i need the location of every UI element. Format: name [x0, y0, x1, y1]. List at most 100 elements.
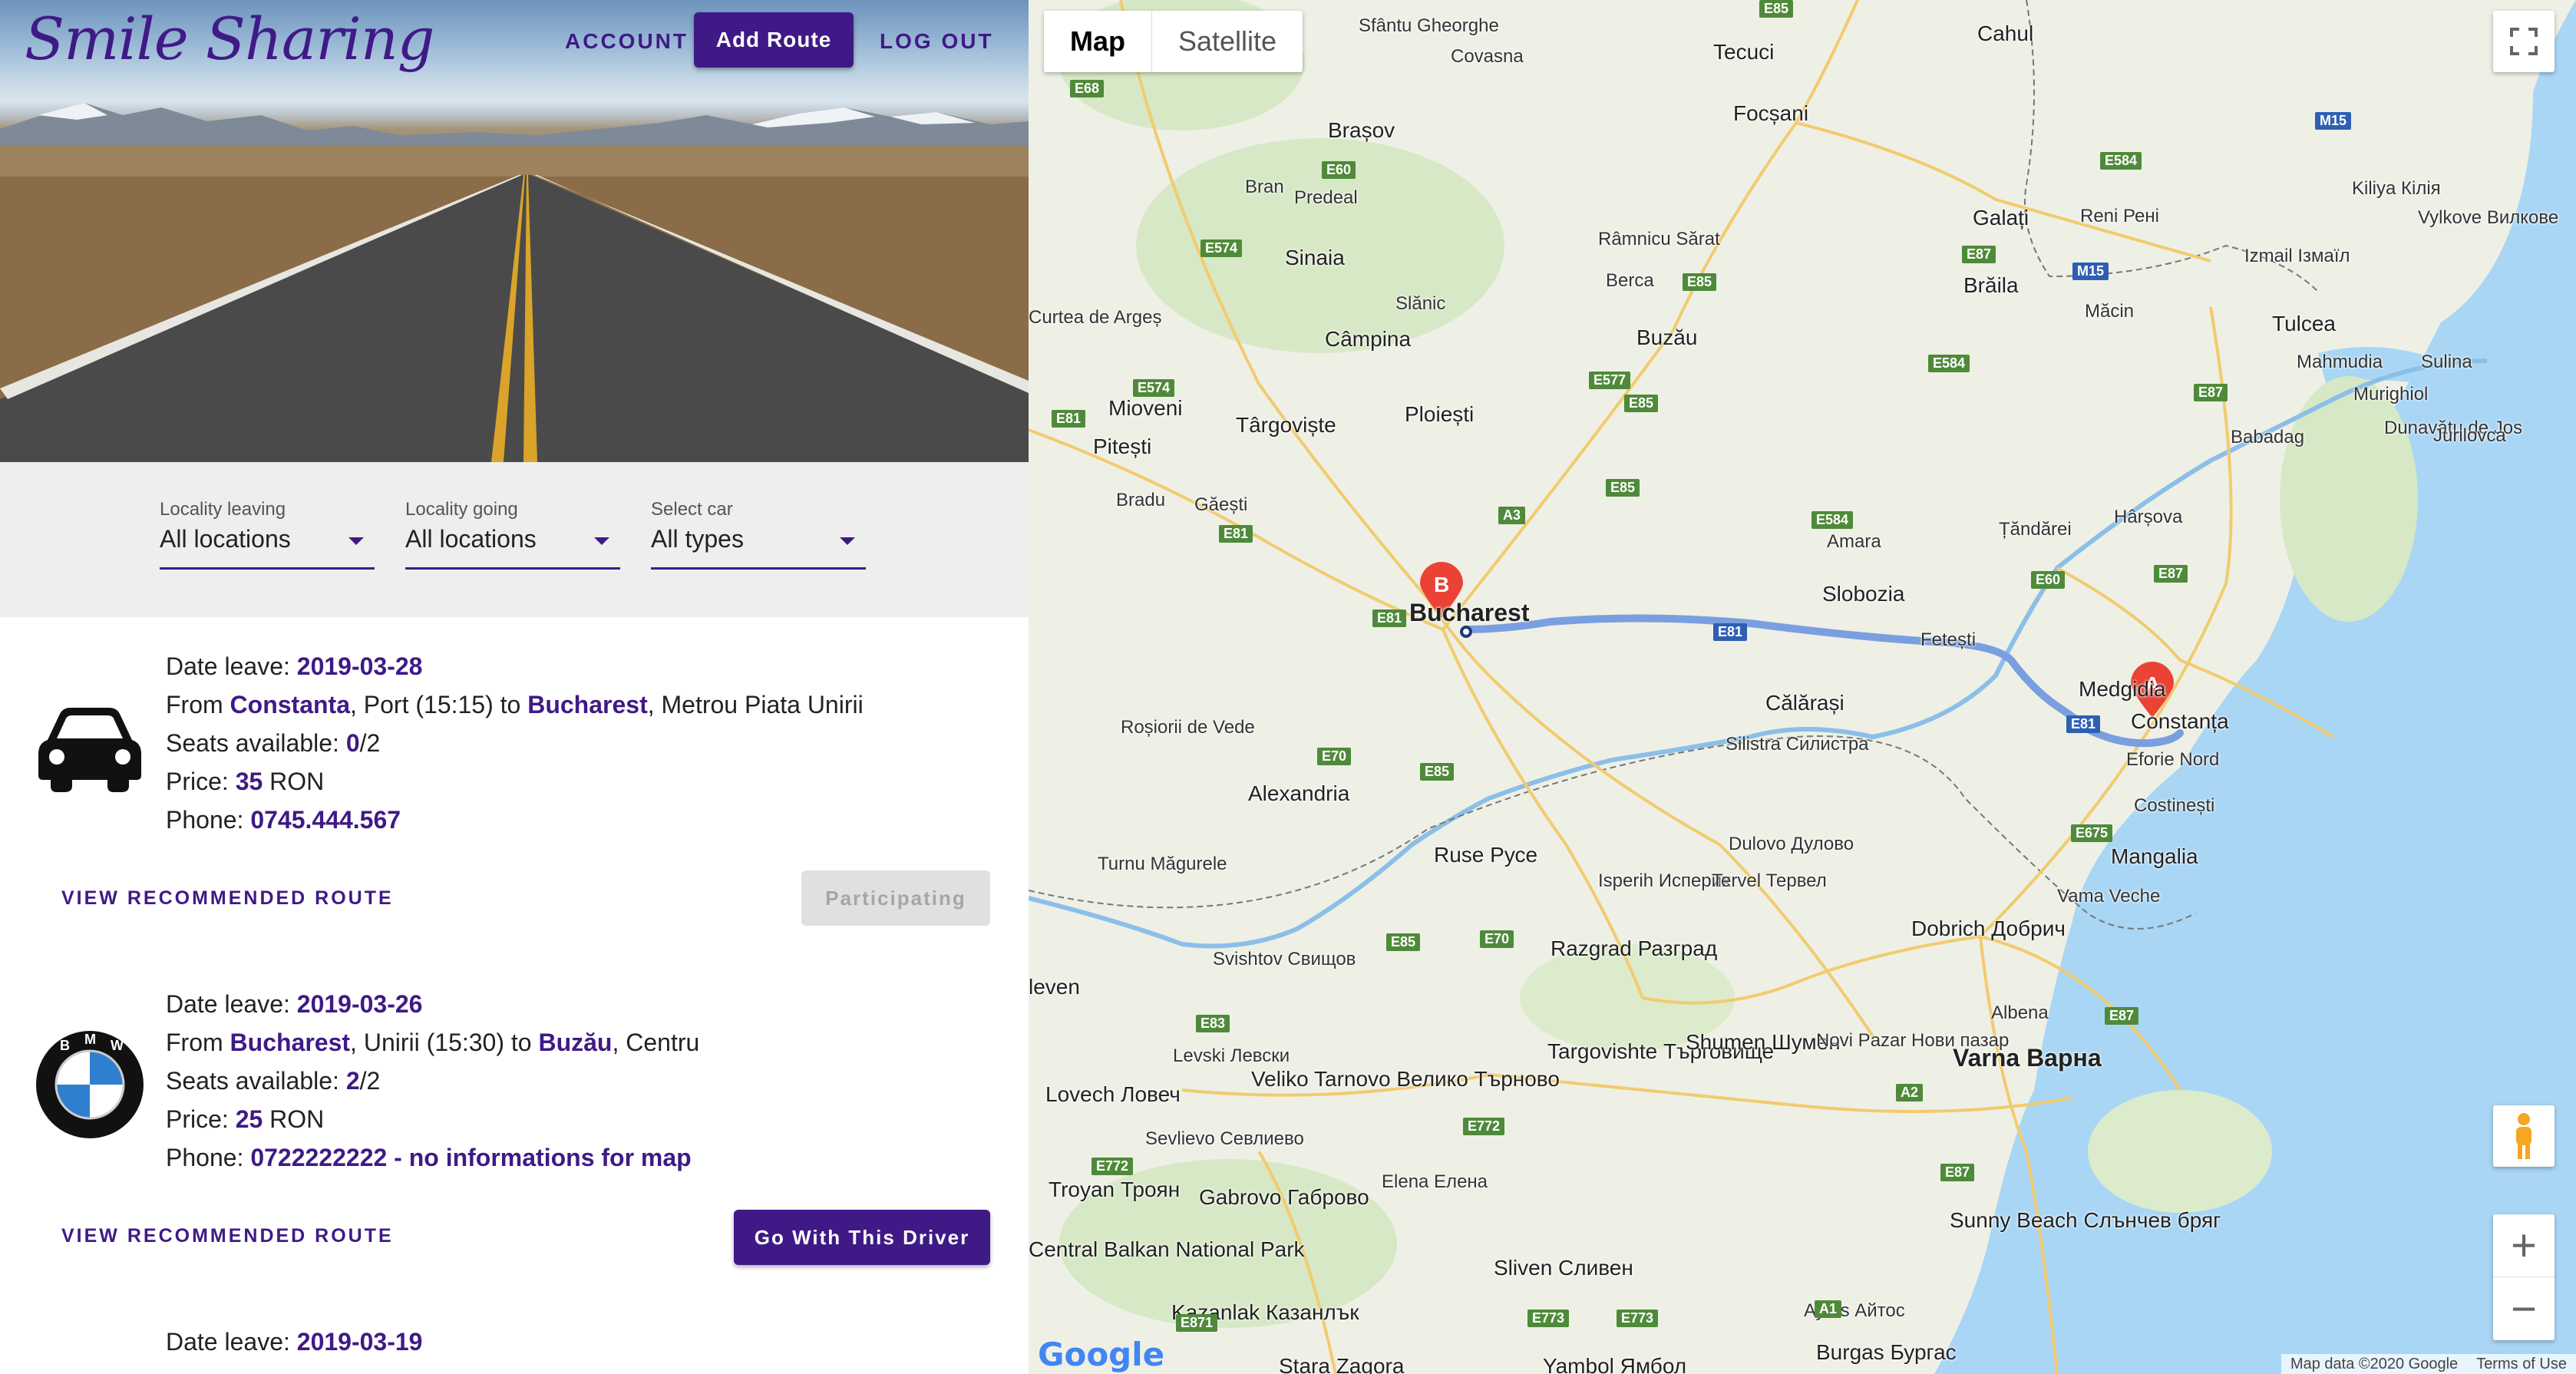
map-type-satellite-tab[interactable]: Satellite — [1151, 11, 1303, 72]
road-shield: E87 — [1962, 246, 1996, 263]
map-data-text: Map data ©2020 Google — [2290, 1355, 2459, 1372]
car-icon — [38, 708, 141, 792]
road-shield: E87 — [2105, 1007, 2139, 1025]
place-label: Cahul — [1977, 21, 2034, 45]
date-leave-line: Date leave: 2019-03-28 — [166, 652, 422, 681]
place-label: Kiliya Кілія — [2352, 178, 2441, 199]
participating-button[interactable]: Participating — [801, 870, 990, 926]
road-shield: E81 — [2066, 715, 2101, 733]
add-route-button[interactable]: Add Route — [694, 12, 854, 68]
place-label: Levski Левски — [1173, 1045, 1290, 1066]
place-label: Hârșova — [2114, 507, 2183, 527]
place-label: Curtea de Argeș — [1029, 307, 1162, 328]
place-label: Pitești — [1093, 434, 1152, 458]
place-label: Alexandria — [1248, 781, 1350, 805]
from-to-line: From Bucharest, Unirii (15:30) to Buzău,… — [166, 1029, 699, 1057]
date-label: Date leave: — [166, 990, 297, 1018]
price-line: Price: 25 RON — [166, 1105, 324, 1134]
road-shield: E87 — [1940, 1164, 1975, 1181]
filter-value: All locations — [405, 525, 537, 553]
place-label: Sliven Сливен — [1494, 1256, 1633, 1280]
road-shield: E85 — [1683, 273, 1717, 291]
place-label: Bran — [1245, 177, 1284, 197]
locality-going-select[interactable]: Locality going All locations — [405, 499, 620, 570]
road-shield: M15 — [2072, 263, 2109, 280]
road-shield: A3 — [1498, 507, 1526, 524]
road-shield: E60 — [1322, 161, 1356, 179]
logout-link[interactable]: LOG OUT — [880, 29, 994, 54]
place-label: Costinești — [2134, 795, 2215, 816]
place-label: Mangalia — [2111, 844, 2198, 868]
place-label: Galați — [1973, 206, 2029, 230]
place-label: Roșiorii de Vede — [1121, 717, 1255, 738]
view-recommended-route-link[interactable]: VIEW RECOMMENDED ROUTE — [61, 1225, 394, 1247]
place-label: Ruse Русе — [1434, 843, 1538, 867]
go-with-driver-button[interactable]: Go With This Driver — [734, 1210, 990, 1265]
date-value: 2019-03-28 — [296, 652, 423, 680]
road-shield: E773 — [1527, 1310, 1570, 1327]
to-city: Bucharest — [527, 691, 648, 718]
seats-line: Seats available: 0/2 — [166, 729, 380, 758]
date-leave-line: Date leave: 2019-03-19 — [166, 1328, 422, 1356]
phone-label: Phone: — [166, 1144, 251, 1171]
map-type-map-tab[interactable]: Map — [1044, 11, 1151, 72]
place-label: Dulovo Дулово — [1729, 834, 1854, 854]
place-label: Râmnicu Sărat — [1598, 229, 1720, 249]
road-shield: E772 — [1463, 1118, 1505, 1135]
place-label: Tulcea — [2272, 312, 2337, 335]
zoom-in-button[interactable]: + — [2493, 1214, 2555, 1277]
zoom-control: + − — [2493, 1214, 2555, 1340]
place-label: Fetești — [1920, 629, 1977, 650]
road-shield: E577 — [1589, 372, 1631, 389]
dropdown-caret-icon — [594, 537, 609, 545]
place-label: Albena — [1991, 1002, 2049, 1023]
fullscreen-button[interactable] — [2493, 11, 2555, 72]
place-label: Ploiești — [1405, 402, 1475, 426]
locality-leaving-select[interactable]: Locality leaving All locations — [160, 499, 375, 570]
place-label: Călărași — [1765, 691, 1844, 715]
place-label: Tervel Тервел — [1712, 870, 1827, 891]
road-shield: A1 — [1815, 1300, 1842, 1318]
place-label: Babadag — [2231, 427, 2305, 448]
place-label: Țăndărei — [1999, 519, 2072, 540]
brand-logo[interactable]: Smile Sharing — [25, 5, 434, 73]
fullscreen-icon — [2510, 28, 2538, 55]
terms-of-use-link[interactable]: Terms of Use — [2467, 1356, 2576, 1373]
route-map[interactable]: B A Sfântu Gheorghe Covasna Tecuci Cahul… — [1029, 0, 2576, 1374]
date-leave-line: Date leave: 2019-03-26 — [166, 990, 422, 1019]
price-value: 35 — [235, 768, 263, 795]
road-shield: E85 — [1759, 0, 1794, 18]
seats-label: Seats available: — [166, 1067, 346, 1095]
date-value: 2019-03-19 — [296, 1328, 423, 1356]
street-view-button[interactable] — [2493, 1105, 2555, 1167]
road-shield: E773 — [1617, 1310, 1659, 1327]
seats-available: 2 — [345, 1067, 360, 1095]
phone-label: Phone: — [166, 806, 251, 834]
google-logo: Google — [1038, 1336, 1165, 1373]
road-shield: E772 — [1091, 1158, 1134, 1175]
road-shield: E871 — [1176, 1314, 1218, 1332]
road-shield: E68 — [1070, 80, 1105, 97]
filter-label: Locality going — [405, 499, 518, 520]
place-label: Turnu Măgurele — [1098, 854, 1227, 874]
to-city: Buzău — [538, 1029, 613, 1056]
place-label: Constanța — [2131, 709, 2229, 733]
filter-value: All locations — [160, 525, 291, 553]
price-line: Price: 35 RON — [166, 768, 324, 796]
account-link[interactable]: ACCOUNT — [565, 29, 689, 54]
place-label: Silistra Силистра — [1726, 734, 1869, 755]
place-label: Lovech Ловеч — [1045, 1082, 1181, 1106]
car-type-select[interactable]: Select car All types — [651, 499, 866, 570]
place-label: Găești — [1194, 494, 1248, 515]
road-shield: E83 — [1196, 1015, 1230, 1032]
place-label: Câmpina — [1325, 327, 1412, 351]
place-label: Razgrad Разград — [1551, 936, 1718, 960]
place-label: Stara Zagora — [1279, 1354, 1405, 1374]
from-city: Bucharest — [230, 1029, 351, 1056]
place-label: Yambol Ямбол — [1543, 1354, 1687, 1374]
svg-text:B: B — [60, 1038, 70, 1053]
view-recommended-route-link[interactable]: VIEW RECOMMENDED ROUTE — [61, 887, 394, 910]
seats-total: /2 — [359, 729, 381, 757]
place-label: Slănic — [1395, 293, 1446, 314]
zoom-out-button[interactable]: − — [2493, 1277, 2555, 1340]
